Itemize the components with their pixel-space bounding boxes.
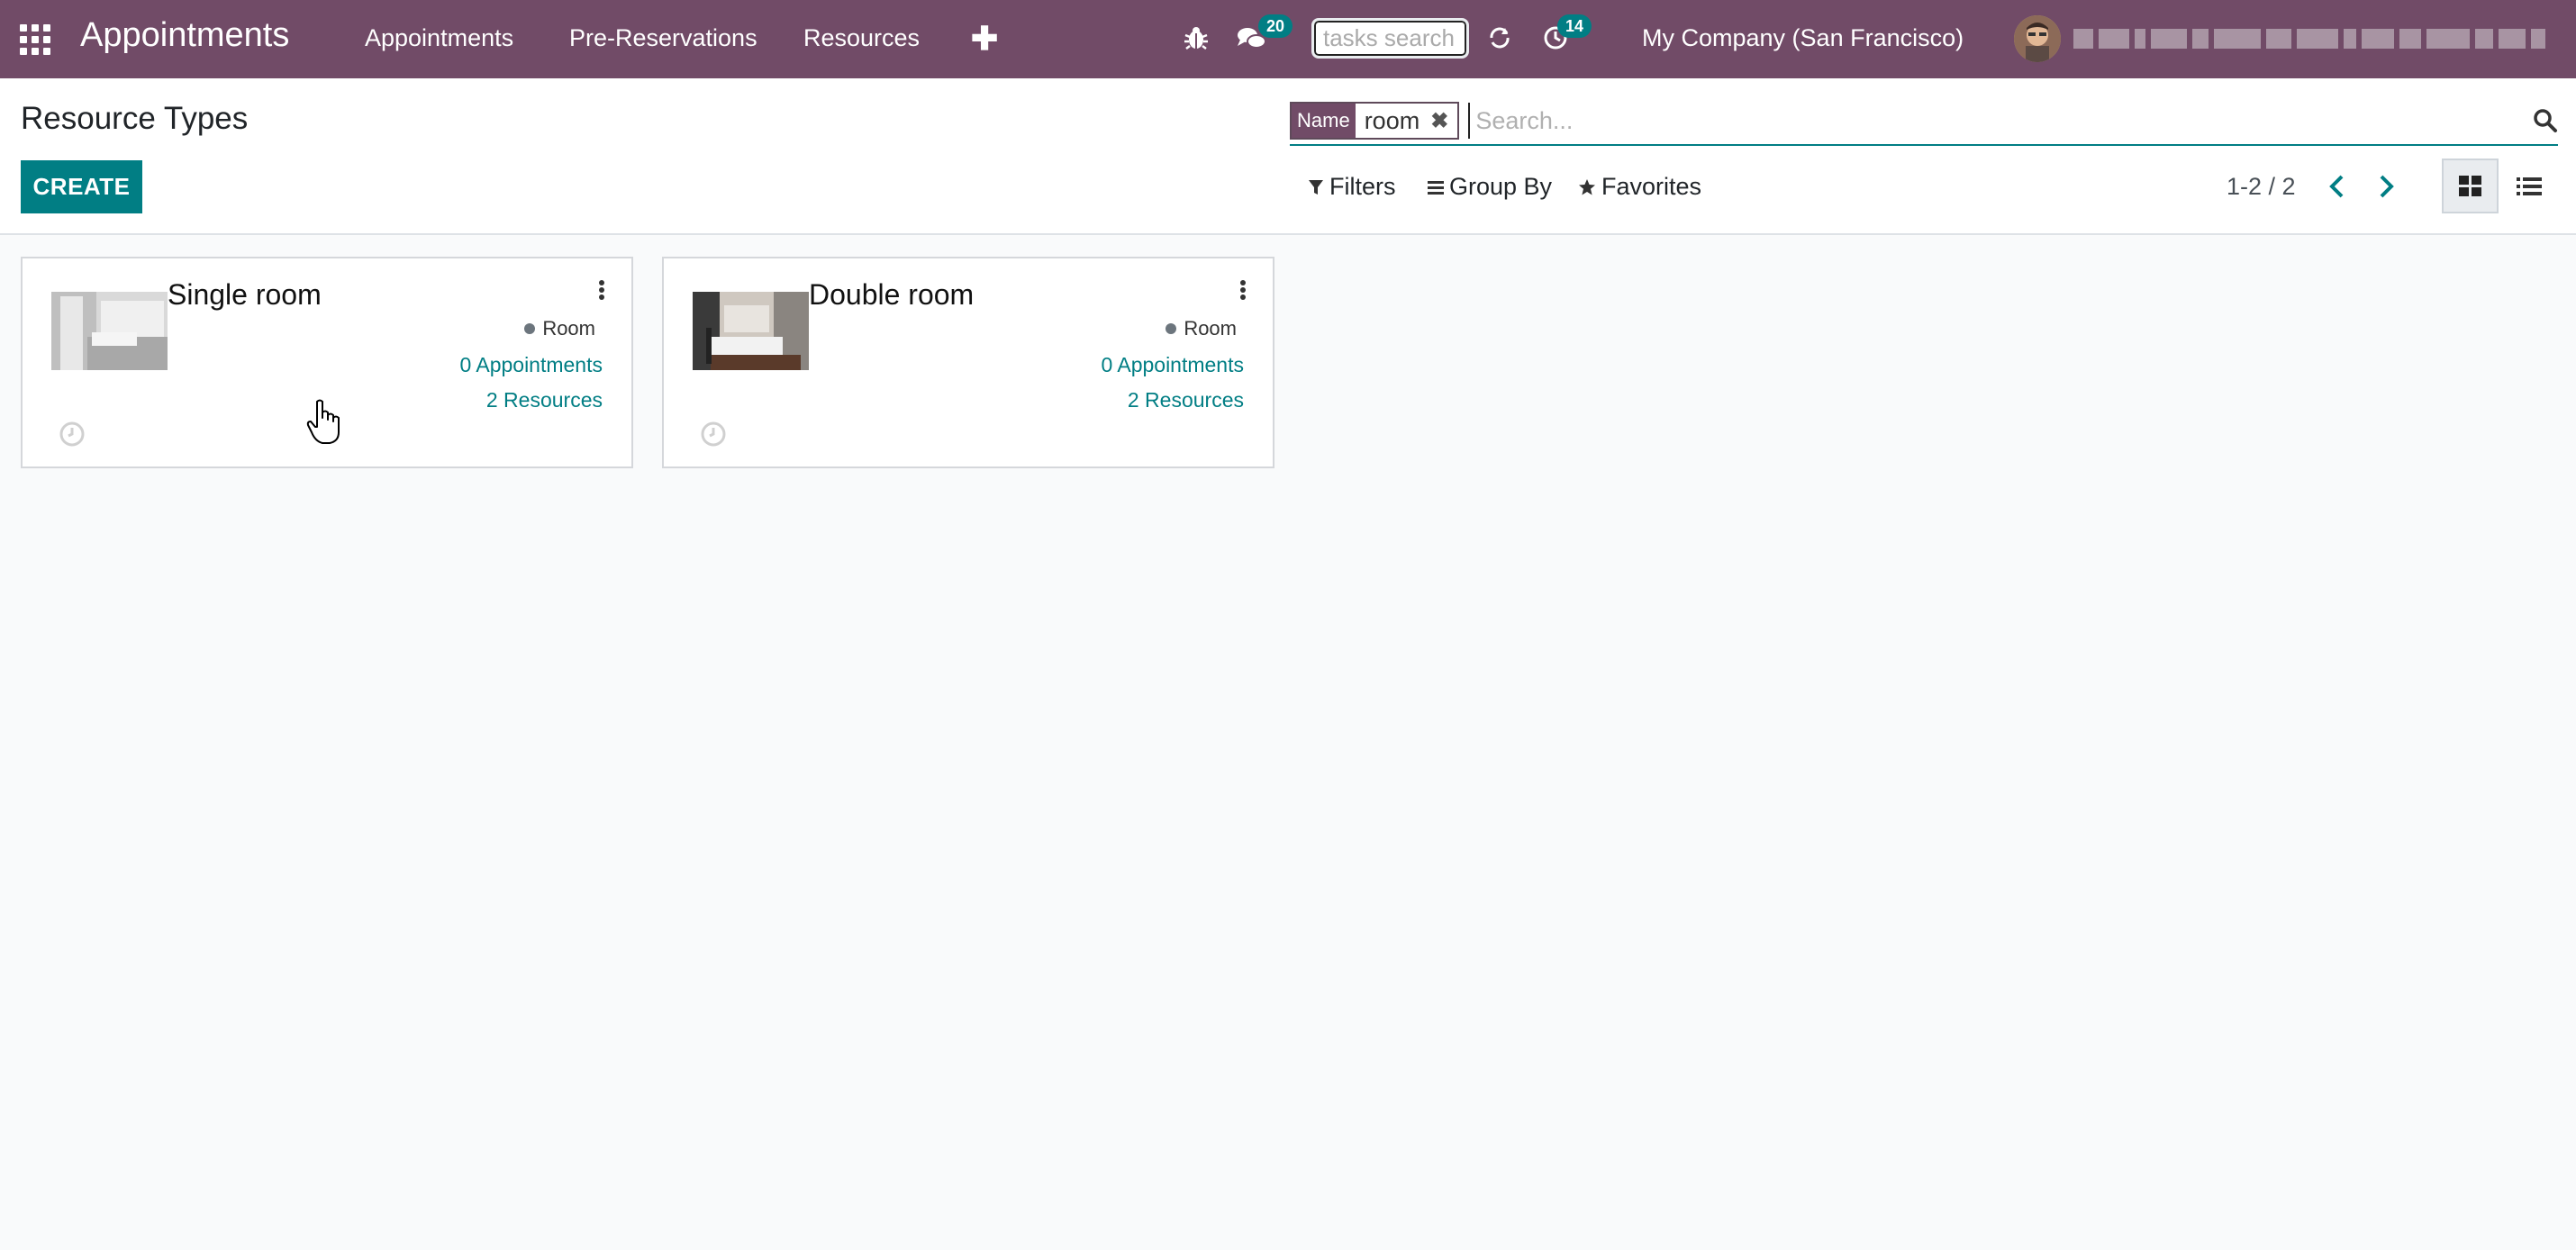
user-name-blurred[interactable] [2073,25,2560,52]
refresh-icon[interactable] [1485,23,1514,52]
activity-clock-icon[interactable] [700,421,727,448]
card-menu-icon[interactable] [1237,276,1249,303]
kanban-card-double-room[interactable]: Double room Room 0 Appointments 2 Resour… [662,257,1274,468]
control-panel: Resource Types CREATE Name room ✖ Filter… [0,78,2576,235]
facet-remove-icon[interactable]: ✖ [1430,108,1448,134]
facet-value-container: room ✖ [1355,104,1458,138]
filters-button[interactable]: Filters [1308,173,1396,201]
appointments-link[interactable]: 0 Appointments [459,353,603,377]
search-icon[interactable] [2533,108,2558,133]
list-view-icon [2516,177,2542,195]
card-tag: Room [1166,317,1237,340]
groupby-label: Group By [1449,173,1553,200]
tag-dot-icon [1166,323,1177,334]
appointments-link[interactable]: 0 Appointments [1101,353,1244,377]
list-view-button[interactable] [2500,159,2557,213]
messages-badge: 20 [1258,14,1293,38]
favorites-label: Favorites [1601,173,1702,200]
star-icon [1579,178,1595,195]
card-title: Single room [168,278,322,311]
pager-previous-icon[interactable] [2324,171,2351,202]
facet-label: Name [1292,104,1356,138]
tag-dot-icon [524,323,536,334]
company-switcher[interactable]: My Company (San Francisco) [1642,24,1964,52]
pager-next-icon[interactable] [2372,171,2399,202]
card-tag: Room [524,317,595,340]
pager-value[interactable]: 1-2 / 2 [2227,173,2296,201]
app-title[interactable]: Appointments [80,16,289,55]
tasks-search-input[interactable] [1311,18,1469,59]
activity-clock-icon[interactable] [59,421,86,448]
card-tag-label: Room [542,317,595,340]
kanban-view-icon [2458,175,2481,196]
menu-appointments[interactable]: Appointments [365,24,513,52]
top-navbar: Appointments Appointments Pre-Reservatio… [0,0,2576,78]
filter-icon [1309,179,1323,195]
groupby-button[interactable]: Group By [1428,173,1552,201]
bug-icon[interactable] [1183,24,1210,51]
resources-link[interactable]: 2 Resources [486,388,603,412]
filters-label: Filters [1329,173,1396,200]
card-tag-label: Room [1184,317,1237,340]
menu-pre-reservations[interactable]: Pre-Reservations [569,24,757,52]
card-menu-icon[interactable] [595,276,608,303]
search-bar: Name room ✖ [1290,97,2558,146]
activities-badge: 14 [1557,14,1592,38]
menu-resources[interactable]: Resources [803,24,920,52]
resources-link[interactable]: 2 Resources [1128,388,1244,412]
favorites-button[interactable]: Favorites [1578,173,1701,201]
create-button[interactable]: CREATE [21,160,142,213]
facet-value: room [1364,106,1420,134]
groupby-icon [1428,180,1444,195]
page-title: Resource Types [21,101,249,136]
apps-menu-icon[interactable] [20,24,50,55]
plus-icon[interactable]: ✚ [971,20,998,58]
mouse-pointer-hand-icon [306,399,340,444]
search-facet: Name room ✖ [1290,102,1460,140]
single-room-image [51,292,168,370]
double-room-image [693,292,809,370]
search-input[interactable] [1468,103,2558,139]
kanban-view-button[interactable] [2442,159,2499,213]
card-title: Double room [809,278,975,311]
user-avatar[interactable] [2014,15,2061,62]
